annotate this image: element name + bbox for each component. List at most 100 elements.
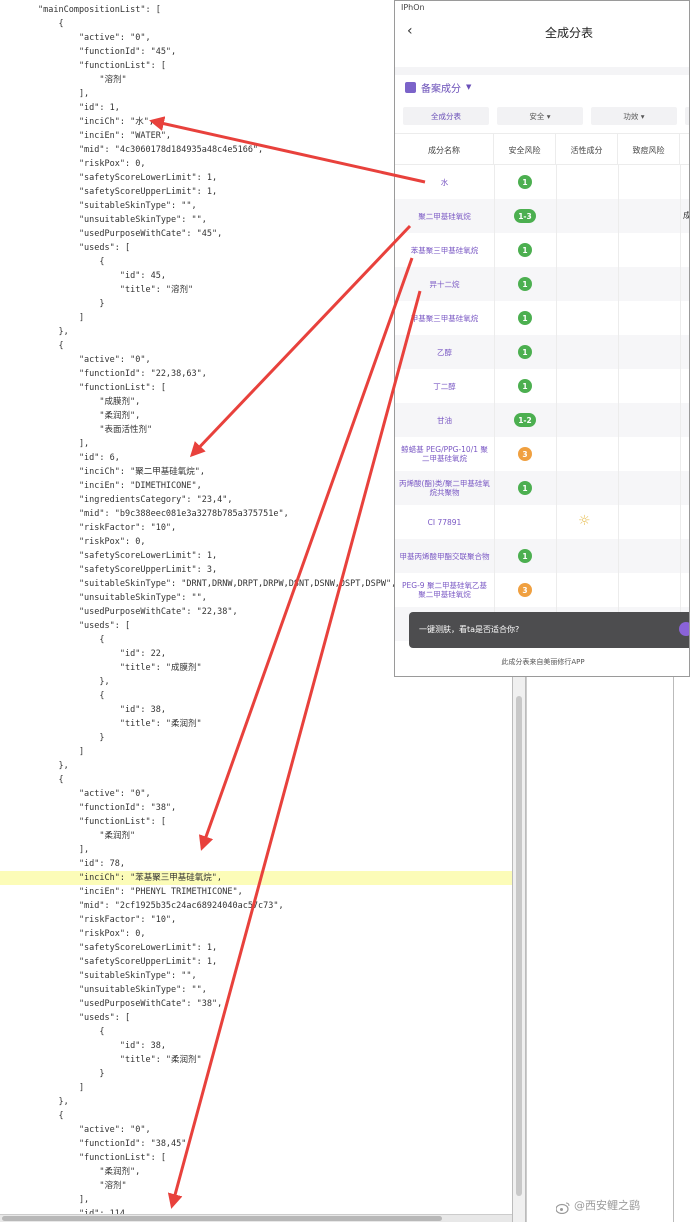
- code-line: "safetyScoreUpperLimit": 1,: [38, 957, 218, 967]
- ingredient-name[interactable]: 水: [399, 165, 490, 199]
- table-row[interactable]: 甲基聚三甲基硅氧烷 1: [395, 301, 689, 335]
- toast-action-icon[interactable]: [679, 622, 689, 636]
- code-line: "柔润剂",: [38, 1167, 141, 1177]
- filter-effect[interactable]: 功效 ▾: [591, 107, 677, 125]
- code-line: "id": 22,: [38, 649, 166, 659]
- ingredient-name[interactable]: 甘油: [399, 403, 490, 437]
- column-divider: [680, 199, 681, 233]
- table-row[interactable]: 异十二烷 1: [395, 267, 689, 301]
- ingredient-name[interactable]: 丁二醇: [399, 369, 490, 403]
- table-row[interactable]: CI 77891 ☼: [395, 505, 689, 539]
- vertical-scrollbar[interactable]: [512, 676, 526, 1222]
- column-divider: [556, 437, 557, 471]
- scrollbar-thumb[interactable]: [2, 1216, 442, 1221]
- column-divider: [618, 403, 619, 437]
- ingredient-name[interactable]: 甲基丙烯酸甲酯交联聚合物: [399, 539, 490, 573]
- scrollbar-thumb[interactable]: [516, 696, 522, 1196]
- column-divider: [680, 471, 681, 505]
- code-line: "functionId": "38,45",: [38, 1139, 192, 1149]
- column-divider: [494, 403, 495, 437]
- column-divider: [556, 505, 557, 539]
- column-divider: [680, 369, 681, 403]
- source-note: 此成分表来自美丽修行APP: [501, 658, 585, 666]
- column-divider: [680, 505, 681, 539]
- ingredient-name[interactable]: 苯基聚三甲基硅氧烷: [399, 233, 490, 267]
- column-divider: [494, 437, 495, 471]
- code-line: }: [38, 1069, 105, 1079]
- back-arrow-icon[interactable]: ‹: [407, 23, 419, 39]
- code-line: },: [38, 327, 69, 337]
- column-divider: [494, 335, 495, 369]
- column-divider: [680, 165, 681, 199]
- safety-risk-badge: 3: [518, 447, 532, 461]
- column-divider: [680, 233, 681, 267]
- ingredient-name[interactable]: 异十二烷: [399, 267, 490, 301]
- safety-risk-badge: 1: [518, 379, 532, 393]
- code-line: "title": "柔润剂": [38, 1055, 202, 1065]
- code-line: "riskPox": 0,: [38, 159, 146, 169]
- column-divider: [494, 539, 495, 573]
- code-line: "functionList": [: [38, 817, 166, 827]
- column-divider: [618, 437, 619, 471]
- code-line: "id": 78,: [38, 859, 125, 869]
- code-line: "ingredientsCategory": "23,4",: [38, 495, 233, 505]
- table-row[interactable]: 丙烯酸(酯)类/聚二甲基硅氧烷共聚物 1: [395, 471, 689, 505]
- ingredient-name[interactable]: PEG-9 聚二甲基硅氧乙基聚二甲基硅氧烷: [399, 573, 490, 607]
- code-line: "useds": [: [38, 243, 131, 253]
- ingredient-name[interactable]: 乙醇: [399, 335, 490, 369]
- ingredient-name[interactable]: 鲸蜡基 PEG/PPG-10/1 聚二甲基硅氧烷: [399, 437, 490, 471]
- code-line: "title": "溶剂": [38, 285, 194, 295]
- code-line: ]: [38, 747, 85, 757]
- table-row[interactable]: 聚二甲基硅氧烷 1-3 成: [395, 199, 689, 233]
- column-divider: [618, 335, 619, 369]
- table-row[interactable]: PEG-9 聚二甲基硅氧乙基聚二甲基硅氧烷 3: [395, 573, 689, 607]
- code-line: "柔润剂": [38, 831, 136, 841]
- table-row[interactable]: 丁二醇 1: [395, 369, 689, 403]
- table-row[interactable]: 乙醇 1: [395, 335, 689, 369]
- code-line: "title": "成膜剂": [38, 663, 202, 673]
- table-row[interactable]: 鲸蜡基 PEG/PPG-10/1 聚二甲基硅氧烷 3: [395, 437, 689, 471]
- code-line: {: [38, 257, 105, 267]
- column-divider: [494, 199, 495, 233]
- code-line: "inciEn": "DIMETHICONE",: [38, 481, 202, 491]
- column-divider: [618, 301, 619, 335]
- code-line: {: [38, 1027, 105, 1037]
- code-line: "unsuitableSkinType": "",: [38, 985, 207, 995]
- safety-risk-badge: 1-3: [514, 209, 536, 223]
- ingredient-name[interactable]: 聚二甲基硅氧烷: [399, 199, 490, 233]
- header-ingredient-name: 成分名称: [395, 134, 494, 166]
- column-divider: [494, 301, 495, 335]
- table-row[interactable]: 甘油 1-2: [395, 403, 689, 437]
- code-line: "functionId": "22,38,63",: [38, 369, 207, 379]
- filter-more[interactable]: [685, 107, 689, 125]
- column-divider: [680, 335, 681, 369]
- header-more: [680, 134, 689, 166]
- column-divider: [494, 165, 495, 199]
- code-line: },: [38, 1097, 69, 1107]
- ingredient-name[interactable]: CI 77891: [399, 505, 490, 539]
- code-line: },: [38, 677, 110, 687]
- code-line: "成膜剂",: [38, 397, 141, 407]
- window-title: IPhOn: [401, 3, 425, 12]
- ingredient-name[interactable]: 甲基聚三甲基硅氧烷: [399, 301, 490, 335]
- caret-down-icon: ▼: [466, 83, 472, 91]
- filing-selector[interactable]: 备案成分 ▼: [405, 79, 471, 95]
- horizontal-scrollbar[interactable]: [0, 1214, 512, 1222]
- code-line: "active": "0",: [38, 355, 151, 365]
- filing-icon: [405, 81, 416, 93]
- code-line: "表面活性剂": [38, 425, 153, 435]
- truncated-cell-text: 成: [683, 210, 689, 221]
- filter-all-ingredients[interactable]: 全成分表: [403, 107, 489, 125]
- table-row[interactable]: 水1: [395, 165, 689, 199]
- skin-test-toast[interactable]: 一键测肤，看ta是否适合你?: [409, 612, 689, 648]
- section-divider: [395, 67, 689, 75]
- ingredient-name[interactable]: 丙烯酸(酯)类/聚二甲基硅氧烷共聚物: [399, 471, 490, 505]
- filter-safety[interactable]: 安全 ▾: [497, 107, 583, 125]
- code-line: "riskPox": 0,: [38, 537, 146, 547]
- table-row[interactable]: 甲基丙烯酸甲酯交联聚合物 1: [395, 539, 689, 573]
- table-row[interactable]: 苯基聚三甲基硅氧烷 1: [395, 233, 689, 267]
- code-line: "usedPurposeWithCate": "45",: [38, 229, 223, 239]
- column-divider: [618, 267, 619, 301]
- code-line: {: [38, 341, 64, 351]
- right-editor-pane: [526, 676, 690, 1222]
